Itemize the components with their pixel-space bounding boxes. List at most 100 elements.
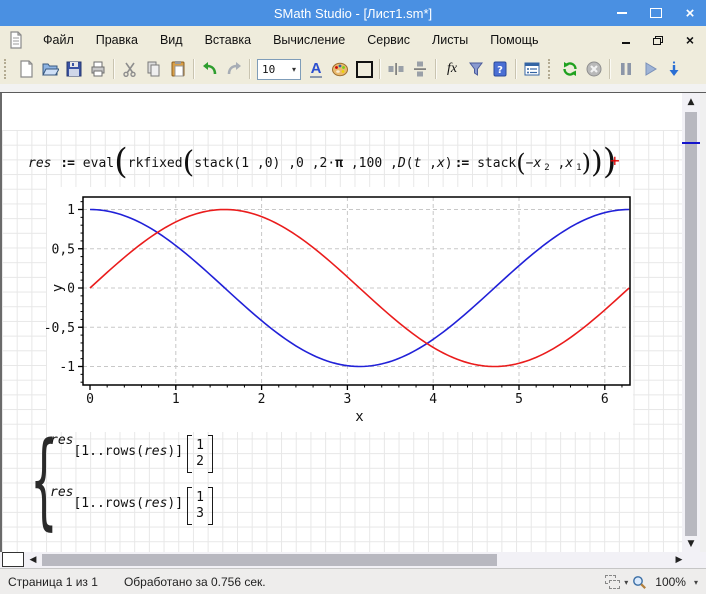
x-tick-label: 0 xyxy=(86,392,94,407)
formula-token: ( xyxy=(183,150,195,176)
smath-window: SMath Studio - [Лист1.sm*] × Файл Правка… xyxy=(0,0,706,594)
title-bar[interactable]: SMath Studio - [Лист1.sm*] × xyxy=(0,0,706,26)
window-close-button[interactable]: × xyxy=(682,5,698,21)
formula[interactable]: res := eval(rkfixed(stack(1 ,0) ,0 ,2·π … xyxy=(28,145,616,181)
magnifier-icon[interactable] xyxy=(632,575,647,590)
pause-button[interactable] xyxy=(614,57,638,81)
scroll-left-arrow-icon[interactable]: ◀ xyxy=(26,552,40,568)
chevron-down-icon[interactable]: ▾ xyxy=(624,578,628,587)
child-close-button[interactable]: × xyxy=(682,32,698,48)
maximize-icon xyxy=(650,8,662,18)
menu-calculation[interactable]: Вычисление xyxy=(262,26,356,54)
stop-icon xyxy=(585,60,603,78)
toolbar-separator xyxy=(193,59,195,79)
formula-token: ,0 ,2· xyxy=(280,156,335,171)
scroll-right-arrow-icon[interactable]: ▶ xyxy=(672,552,686,568)
function-button[interactable]: fx xyxy=(440,57,464,81)
align-vertical-button[interactable] xyxy=(408,57,432,81)
plot-region[interactable]: 012345610,50-0,5-1xy xyxy=(33,187,633,432)
toolbar-separator xyxy=(609,59,611,79)
font-size-value: 10 xyxy=(258,63,288,76)
save-button[interactable] xyxy=(62,57,86,81)
save-icon xyxy=(65,60,83,78)
reference-book-button[interactable]: ? xyxy=(488,57,512,81)
menu-sheets[interactable]: Листы xyxy=(421,26,479,54)
filter-button[interactable] xyxy=(464,57,488,81)
menu-view[interactable]: Вид xyxy=(149,26,194,54)
fx-icon: fx xyxy=(447,61,457,77)
copy-button[interactable] xyxy=(142,57,166,81)
run-button[interactable] xyxy=(638,57,662,81)
y-tick-label: 1 xyxy=(67,203,75,218)
debug-step-button[interactable] xyxy=(662,57,686,81)
menu-help[interactable]: Помощь xyxy=(479,26,549,54)
scroll-up-arrow-icon[interactable]: ▲ xyxy=(682,95,700,109)
window-maximize-button[interactable] xyxy=(648,5,664,21)
undo-button[interactable] xyxy=(198,57,222,81)
horizontal-scrollbar-thumb[interactable] xyxy=(42,554,497,566)
zoom-level[interactable]: 100% xyxy=(655,575,686,589)
cut-button[interactable] xyxy=(118,57,142,81)
menu-insert[interactable]: Вставка xyxy=(194,26,262,54)
document-icon[interactable] xyxy=(8,31,24,49)
palette-icon xyxy=(331,60,349,78)
insertion-cursor[interactable]: + xyxy=(610,151,620,170)
menu-tools[interactable]: Сервис xyxy=(356,26,421,54)
toolbar: 10 ▾ A xyxy=(0,54,706,85)
menu-file[interactable]: Файл xyxy=(32,26,85,54)
recalculate-button[interactable] xyxy=(558,57,582,81)
redo-icon xyxy=(225,60,243,78)
funnel-icon xyxy=(467,60,485,78)
child-minimize-button[interactable] xyxy=(618,32,634,48)
chevron-down-icon[interactable]: ▾ xyxy=(288,65,300,74)
result-vector-row[interactable]: res[1..rows(res)]12 xyxy=(50,433,213,480)
vertical-scrollbar-thumb[interactable] xyxy=(685,112,697,536)
page-layout-icon[interactable] xyxy=(605,575,620,589)
menu-edit[interactable]: Правка xyxy=(85,26,149,54)
formula-token: ,100 , xyxy=(343,156,398,171)
paste-button[interactable] xyxy=(166,57,190,81)
color-button[interactable] xyxy=(328,57,352,81)
formula-token: := xyxy=(453,156,477,171)
worksheet[interactable]: res := eval(rkfixed(stack(1 ,0) ,0 ,2·π … xyxy=(2,93,682,552)
scissors-icon xyxy=(121,60,139,78)
x-axis-title: x xyxy=(355,409,363,425)
toolbar-grip[interactable] xyxy=(4,59,11,79)
result-vector-row[interactable]: res[1..rows(res)]13 xyxy=(50,485,213,532)
formula-token: stack xyxy=(194,156,233,171)
y-axis-title: y xyxy=(50,284,66,292)
toolbar-grip[interactable] xyxy=(548,59,555,79)
y-tick-label: -0,5 xyxy=(44,321,75,336)
printer-icon xyxy=(89,60,107,78)
window-minimize-button[interactable] xyxy=(614,5,630,21)
right-gap xyxy=(700,93,706,552)
formula-token: rkfixed xyxy=(128,156,183,171)
x-tick-label: 6 xyxy=(601,392,609,407)
interrupt-button[interactable] xyxy=(582,57,606,81)
font-size-combo[interactable]: 10 ▾ xyxy=(257,59,301,80)
border-button[interactable] xyxy=(352,57,376,81)
font-button[interactable]: A xyxy=(304,57,328,81)
print-button[interactable] xyxy=(86,57,110,81)
open-file-button[interactable] xyxy=(38,57,62,81)
refresh-icon xyxy=(561,60,579,78)
formula-token: D xyxy=(398,156,406,171)
horizontal-scrollbar[interactable]: ◀ ▶ xyxy=(0,552,706,568)
redo-button[interactable] xyxy=(222,57,246,81)
child-restore-button[interactable] xyxy=(650,32,666,48)
result-vectors-region[interactable]: { res[1..rows(res)]12res[1..rows(res)]13 xyxy=(33,433,213,532)
y-tick-label: 0,5 xyxy=(52,242,75,257)
toolbar-separator xyxy=(249,59,251,79)
align-horizontal-button[interactable] xyxy=(384,57,408,81)
formula-token: x xyxy=(565,156,573,171)
window-title: SMath Studio - [Лист1.sm*] xyxy=(274,6,432,21)
vertical-scrollbar[interactable]: ▲ ▼ xyxy=(682,93,700,552)
result-vectors-rows: res[1..rows(res)]12 res[1..rows(res)]13 xyxy=(50,433,213,532)
font-letter-icon: A xyxy=(310,61,323,78)
open-folder-icon xyxy=(41,60,59,78)
sheet-corner-box[interactable] xyxy=(2,552,24,567)
scroll-down-arrow-icon[interactable]: ▼ xyxy=(682,537,700,551)
new-file-button[interactable] xyxy=(14,57,38,81)
show-definitions-button[interactable] xyxy=(520,57,544,81)
chevron-down-icon[interactable]: ▾ xyxy=(694,578,698,587)
